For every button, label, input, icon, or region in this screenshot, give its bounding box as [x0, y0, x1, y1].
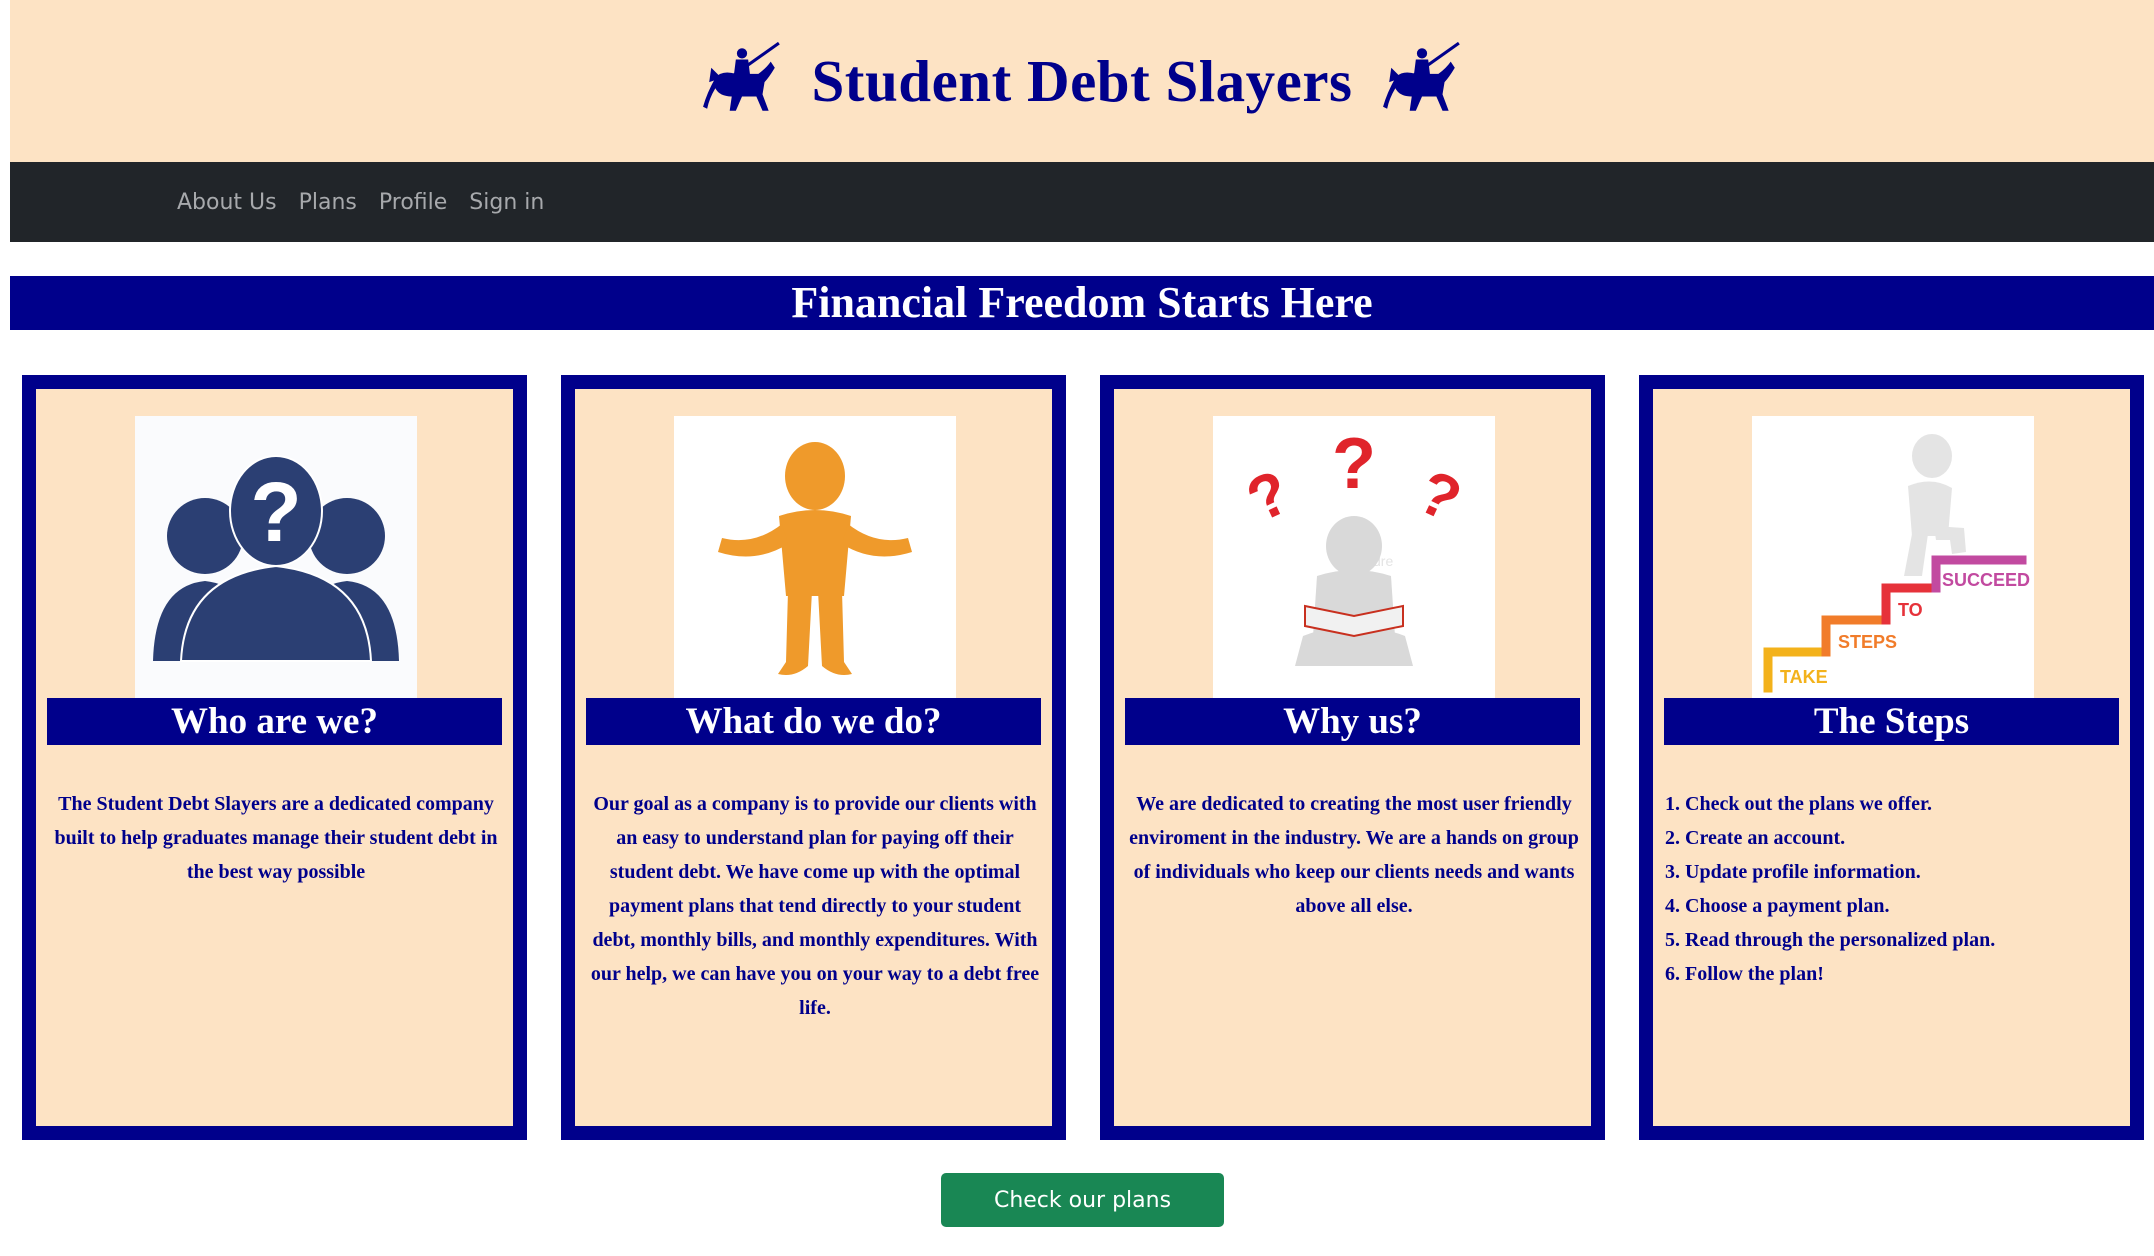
svg-text:?: ? [1332, 424, 1376, 504]
step-item: 6. Follow the plan! [1665, 963, 1824, 985]
card-edge [1595, 1030, 1605, 1140]
svg-text:?: ? [250, 465, 301, 559]
hero-banner: Financial Freedom Starts Here [10, 276, 2154, 330]
card-what-do-we-do: What do we do? Our goal as a company is … [561, 375, 1066, 1140]
card-title: Who are we? [47, 698, 502, 745]
image-word: TO [1898, 600, 1923, 620]
card-edge [517, 1030, 527, 1140]
steps-list: 1. Check out the plans we offer. 2. Crea… [1665, 787, 2125, 991]
knight-on-horse-icon [1382, 41, 1460, 111]
card-who-are-we: ? Who are we? The Student Debt Slayers a… [22, 375, 527, 1140]
nav-link-about-us[interactable]: About Us [177, 190, 288, 215]
step-item: 4. Choose a payment plan. [1665, 895, 1890, 917]
card-text: Our goal as a company is to provide our … [590, 793, 1040, 1019]
site-title: Student Debt Slayers [811, 47, 1353, 114]
step-item: 2. Create an account. [1665, 827, 1846, 849]
card-edge [1056, 1030, 1066, 1140]
image-word: TAKE [1780, 667, 1828, 687]
step-item: 1. Check out the plans we offer. [1665, 793, 1933, 815]
reading-figure-image: ? ? ? dre [1213, 416, 1495, 698]
step-item: 5. Read through the personalized plan. [1665, 929, 1996, 951]
card-body: What do we do? Our goal as a company is … [575, 389, 1052, 1126]
card-the-steps: TAKE STEPS TO SUCCEED The Steps 1. Check… [1639, 375, 2144, 1140]
card-body: ? Who are we? The Student Debt Slayers a… [36, 389, 513, 1126]
shrugging-figure-image [674, 416, 956, 698]
card-edge [561, 1030, 571, 1140]
image-word: SUCCEED [1942, 570, 2030, 590]
card-text: We are dedicated to creating the most us… [1129, 793, 1579, 917]
knight-on-horse-icon [703, 41, 781, 111]
card-text: The Student Debt Slayers are a dedicated… [54, 793, 498, 883]
card-body: TAKE STEPS TO SUCCEED The Steps 1. Check… [1653, 389, 2130, 1126]
nav-link-profile[interactable]: Profile [368, 190, 458, 215]
site-header: Student Debt Slayers [10, 0, 2154, 162]
step-item: 3. Update profile information. [1665, 861, 1921, 883]
card-why-us: ? ? ? dre Why us? We are dedicated to cr… [1100, 375, 1605, 1140]
take-steps-to-succeed-image: TAKE STEPS TO SUCCEED [1752, 416, 2034, 698]
card-edge [1100, 1030, 1110, 1140]
nav-link-sign-in[interactable]: Sign in [458, 190, 555, 215]
card-body: ? ? ? dre Why us? We are dedicated to cr… [1114, 389, 1591, 1126]
main-navbar: About Us Plans Profile Sign in [10, 162, 2154, 242]
card-edge [1639, 1030, 1649, 1140]
question-silhouettes-image: ? [135, 416, 417, 698]
card-title: The Steps [1664, 698, 2119, 745]
card-title: What do we do? [586, 698, 1041, 745]
image-word: STEPS [1838, 632, 1897, 652]
check-plans-button[interactable]: Check our plans [941, 1173, 1224, 1227]
card-edge [22, 1030, 32, 1140]
card-edge [2134, 1030, 2144, 1140]
nav-link-plans[interactable]: Plans [288, 190, 368, 215]
card-title: Why us? [1125, 698, 1580, 745]
